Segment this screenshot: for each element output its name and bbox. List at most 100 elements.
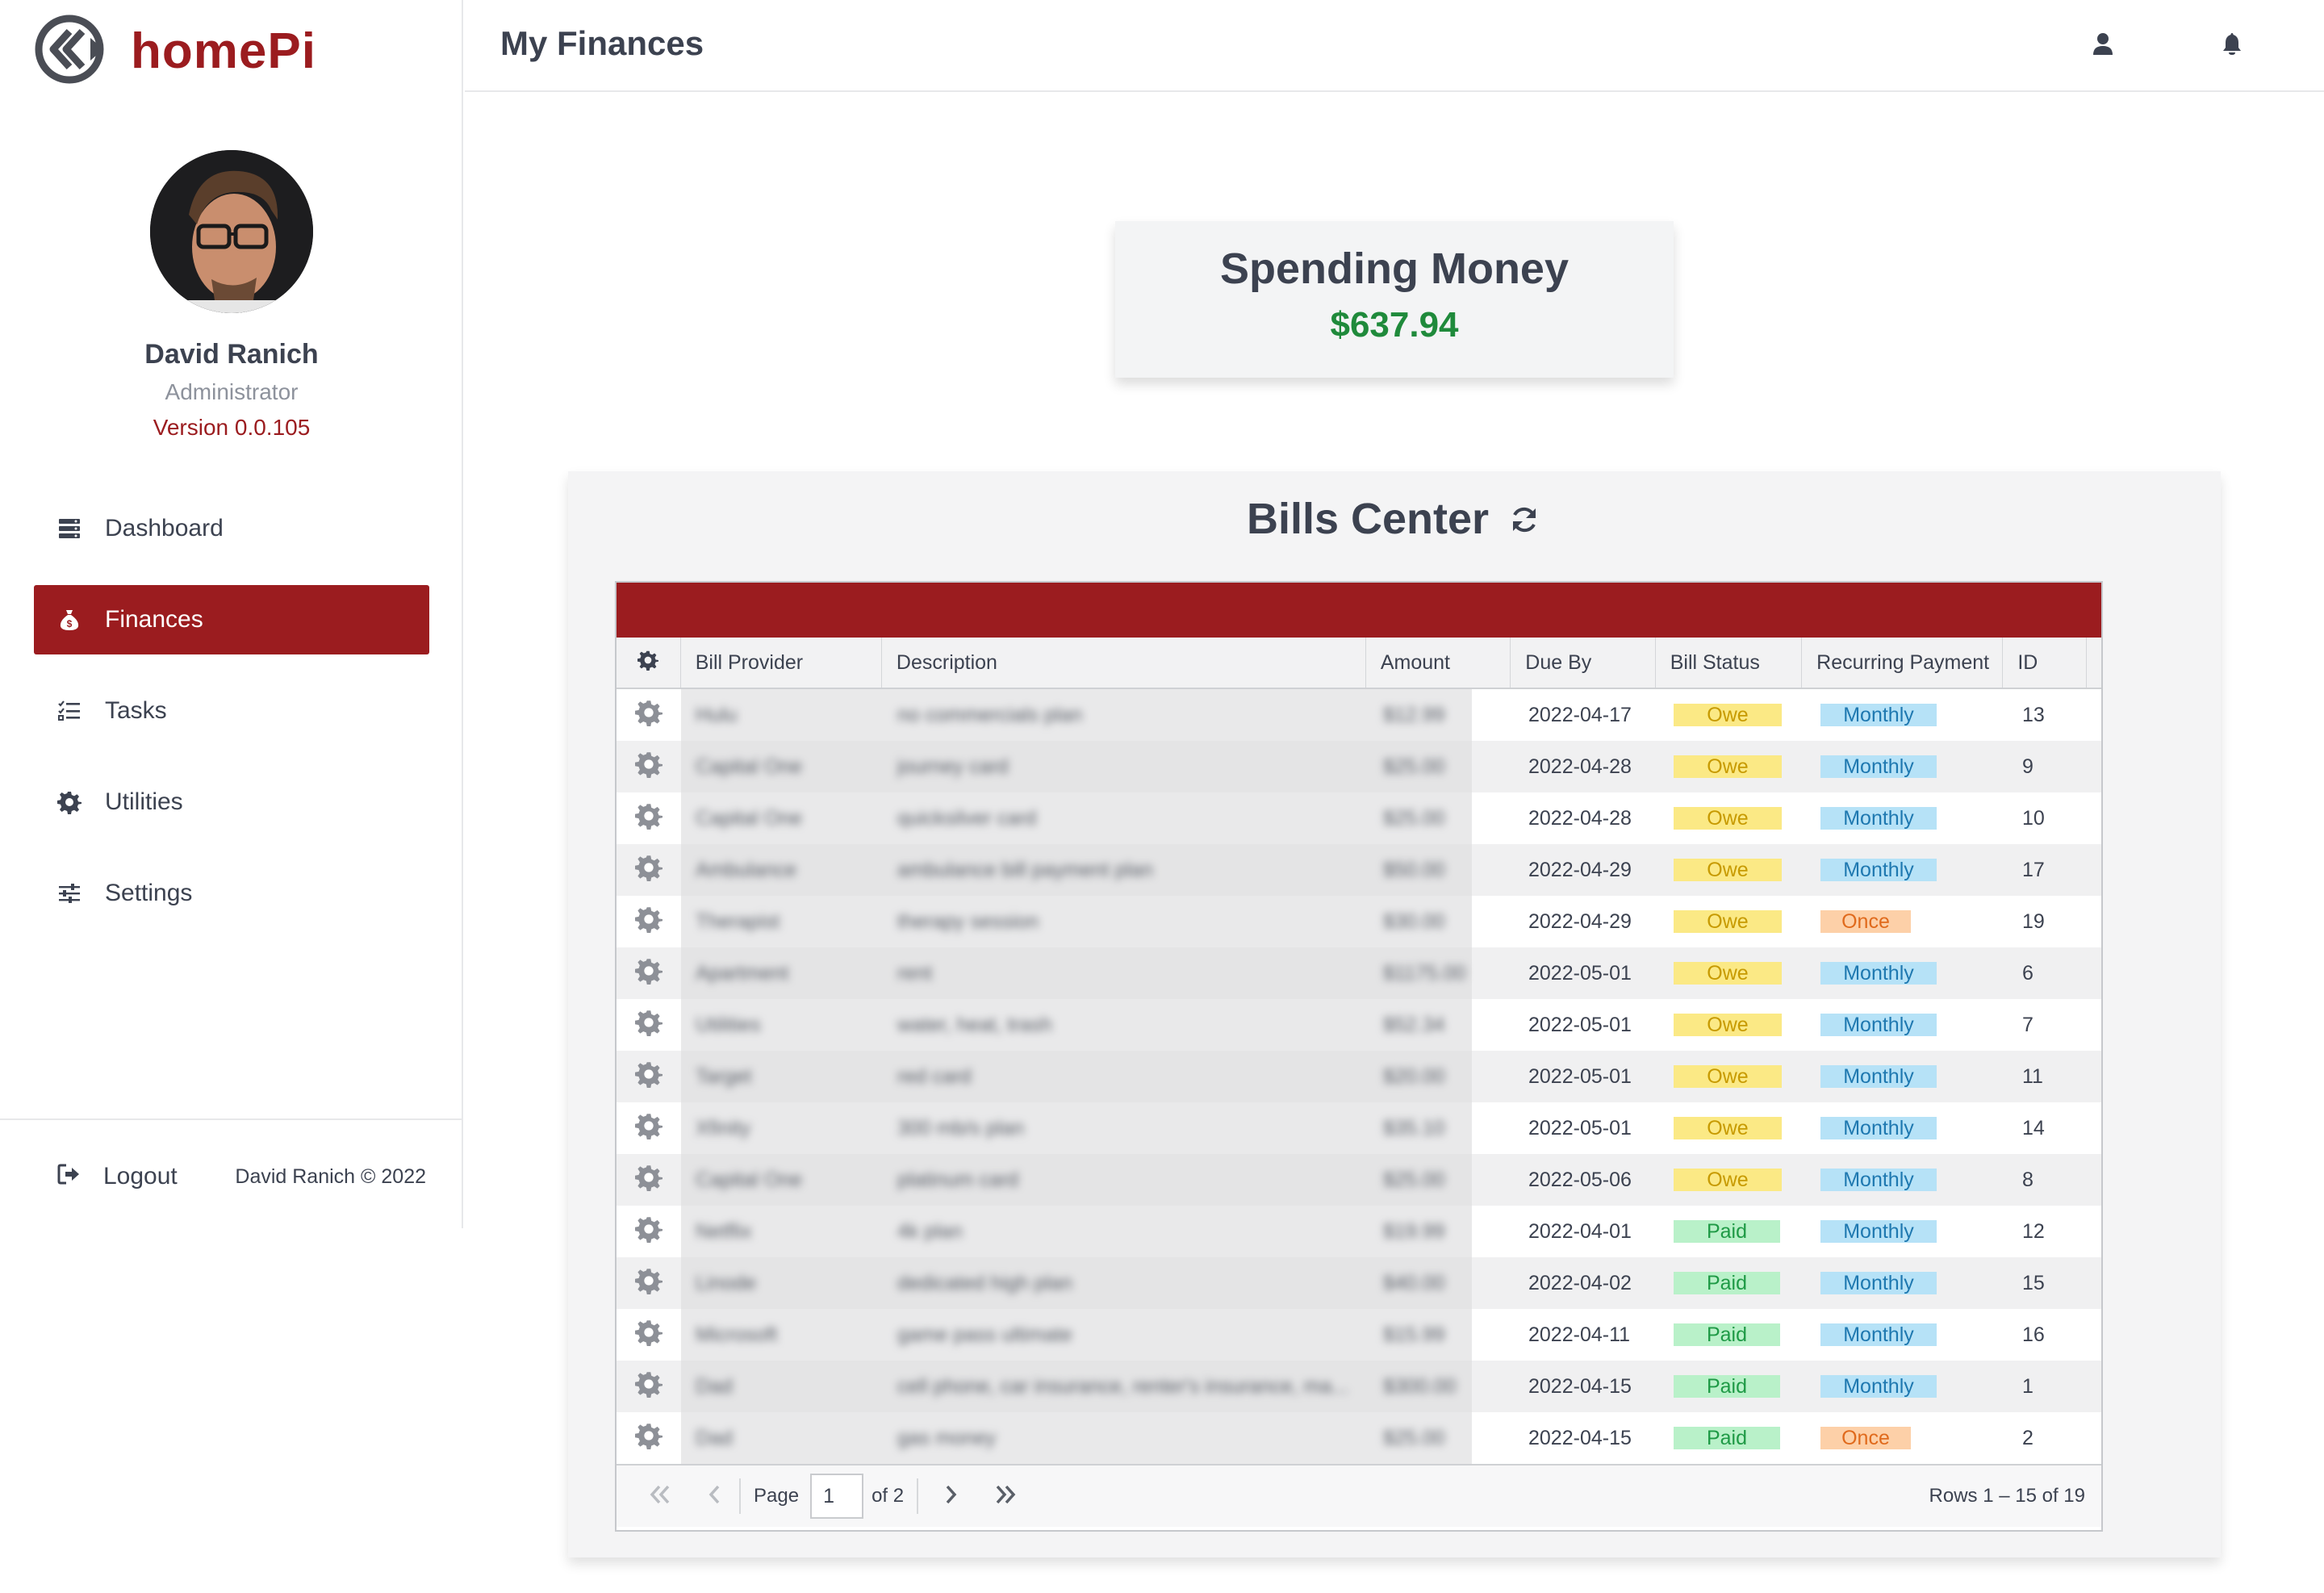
row-settings-button[interactable] [617,1257,681,1309]
logout-button[interactable]: Logout [56,1162,178,1190]
column-header-bill-status[interactable]: Bill Status [1656,638,1803,688]
table-row[interactable]: Linode dedicated high plan $40.00 2022-04-0… [617,1257,2101,1309]
table-row[interactable]: Xfinity 300 mb/s plan $35.10 2022-05-01 Owe M… [617,1102,2101,1154]
gear-icon [635,1267,663,1300]
status-cell: Owe [1659,999,1806,1051]
table-row[interactable]: Capital One quicksilver card $25.00 2022-04… [617,792,2101,844]
nav-item-finances[interactable]: $ Finances [34,585,429,654]
description-cell: game pass ultimate [883,1309,1369,1361]
column-header-id[interactable]: ID [2003,638,2088,688]
row-settings-button[interactable] [617,1102,681,1154]
table-body: Hulu no commercials plan $12.99 2022-04-17 O… [617,689,2101,1464]
amount-cell: $25.00 [1369,741,1472,792]
sliders-icon [56,880,82,906]
nav-item-settings[interactable]: Settings [34,859,429,928]
avatar[interactable] [150,150,313,313]
gear-icon [635,1112,663,1145]
nav-item-tasks[interactable]: Tasks [34,676,429,746]
status-badge: Owe [1674,755,1782,778]
provider-cell: Target [681,1051,883,1102]
provider-cell: Hulu [681,689,883,741]
table-row[interactable]: Therapist therapy session $30.00 2022-04-29… [617,896,2101,947]
row-settings-button[interactable] [617,1361,681,1412]
recurring-cell: Monthly [1806,1206,2008,1257]
table-row[interactable]: Capital One platinum card $25.00 2022-05-06… [617,1154,2101,1206]
table-row[interactable]: Netflix 4k plan $19.99 2022-04-01 Paid Monthl… [617,1206,2101,1257]
description-cell: no commercials plan [883,689,1369,741]
status-cell: Paid [1659,1257,1806,1309]
main-nav: Dashboard $ Finances Tasks Utilities Set… [34,494,429,950]
amount-cell: $30.00 [1369,896,1472,947]
row-settings-button[interactable] [617,844,681,896]
table-row[interactable]: Target red card $20.00 2022-05-01 Owe Monthly… [617,1051,2101,1102]
row-settings-button[interactable] [617,689,681,741]
nav-item-dashboard[interactable]: Dashboard [34,494,429,563]
recurring-badge: Monthly [1820,962,1937,985]
amount-cell: $25.00 [1369,1412,1472,1464]
first-page-button[interactable] [644,1480,676,1512]
table-row[interactable]: Dad cell phone, car insurance, renter's i… [617,1361,2101,1412]
recurring-badge: Monthly [1820,1169,1937,1191]
recurring-cell: Monthly [1806,947,2008,999]
id-cell: 6 [2022,961,2034,985]
id-cell: 7 [2022,1013,2034,1036]
row-settings-button[interactable] [617,896,681,947]
id-cell: 10 [2022,806,2045,830]
amount-cell: $300.00 [1369,1361,1472,1412]
description-cell: platinum card [883,1154,1369,1206]
recurring-badge: Monthly [1820,1375,1937,1398]
amount-cell: $19.99 [1369,1206,1472,1257]
row-settings-button[interactable] [617,1206,681,1257]
status-cell: Owe [1659,792,1806,844]
column-header-description[interactable]: Description [882,638,1366,688]
brand[interactable]: homePi [34,15,316,87]
prev-page-button[interactable] [699,1480,731,1512]
gear-icon [635,905,663,939]
user-button[interactable] [2087,29,2119,61]
table-row[interactable]: Hulu no commercials plan $12.99 2022-04-17 O… [617,689,2101,741]
bills-title: Bills Center [1246,495,1490,543]
table-row[interactable]: Utilities water, heat, trash $52.34 2022-05… [617,999,2101,1051]
status-badge: Paid [1674,1272,1780,1294]
refresh-button[interactable] [1507,504,1542,539]
id-cell: 13 [2022,703,2045,726]
recurring-badge: Monthly [1820,859,1937,881]
table-row[interactable]: Capital One journey card $25.00 2022-04-28 O… [617,741,2101,792]
amount-cell: $12.99 [1369,689,1472,741]
due-date-cell: 2022-05-01 [1528,1013,1632,1036]
due-date-cell: 2022-04-01 [1528,1219,1632,1243]
row-settings-button[interactable] [617,1412,681,1464]
column-header-recurring-payment[interactable]: Recurring Payment [1802,638,2004,688]
id-cell: 11 [2022,1064,2043,1088]
notifications-button[interactable] [2216,29,2248,61]
page-number-input[interactable] [810,1474,864,1519]
row-settings-button[interactable] [617,792,681,844]
column-header-provider[interactable]: Bill Provider [681,638,882,688]
table-row[interactable]: Dad gas money $25.00 2022-04-15 Paid Once 2 [617,1412,2101,1464]
status-cell: Paid [1659,1361,1806,1412]
recurring-cell: Monthly [1806,999,2008,1051]
row-settings-button[interactable] [617,1051,681,1102]
row-settings-button[interactable] [617,1309,681,1361]
recurring-cell: Once [1806,1412,2008,1464]
column-header-due-by[interactable]: Due By [1511,638,1656,688]
description-cell: dedicated high plan [883,1257,1369,1309]
column-settings-button[interactable] [617,638,681,688]
row-settings-button[interactable] [617,1154,681,1206]
row-settings-button[interactable] [617,741,681,792]
nav-item-utilities[interactable]: Utilities [34,767,429,837]
recurring-badge: Monthly [1820,1220,1937,1243]
row-settings-button[interactable] [617,947,681,999]
table-row[interactable]: Microsoft game pass ultimate $15.99 2022-04… [617,1309,2101,1361]
recurring-badge: Monthly [1820,1065,1937,1088]
table-row[interactable]: Ambulance ambulance bill payment plan $50.… [617,844,2101,896]
column-header-amount[interactable]: Amount [1366,638,1511,688]
status-badge: Owe [1674,910,1782,933]
recurring-badge: Once [1820,910,1911,933]
due-date-cell: 2022-04-15 [1528,1426,1632,1449]
last-page-button[interactable] [989,1480,1022,1512]
next-page-button[interactable] [934,1480,967,1512]
table-row[interactable]: Apartment rent $1175.00 2022-05-01 Owe Monthl… [617,947,2101,999]
row-settings-button[interactable] [617,999,681,1051]
status-cell: Paid [1659,1206,1806,1257]
